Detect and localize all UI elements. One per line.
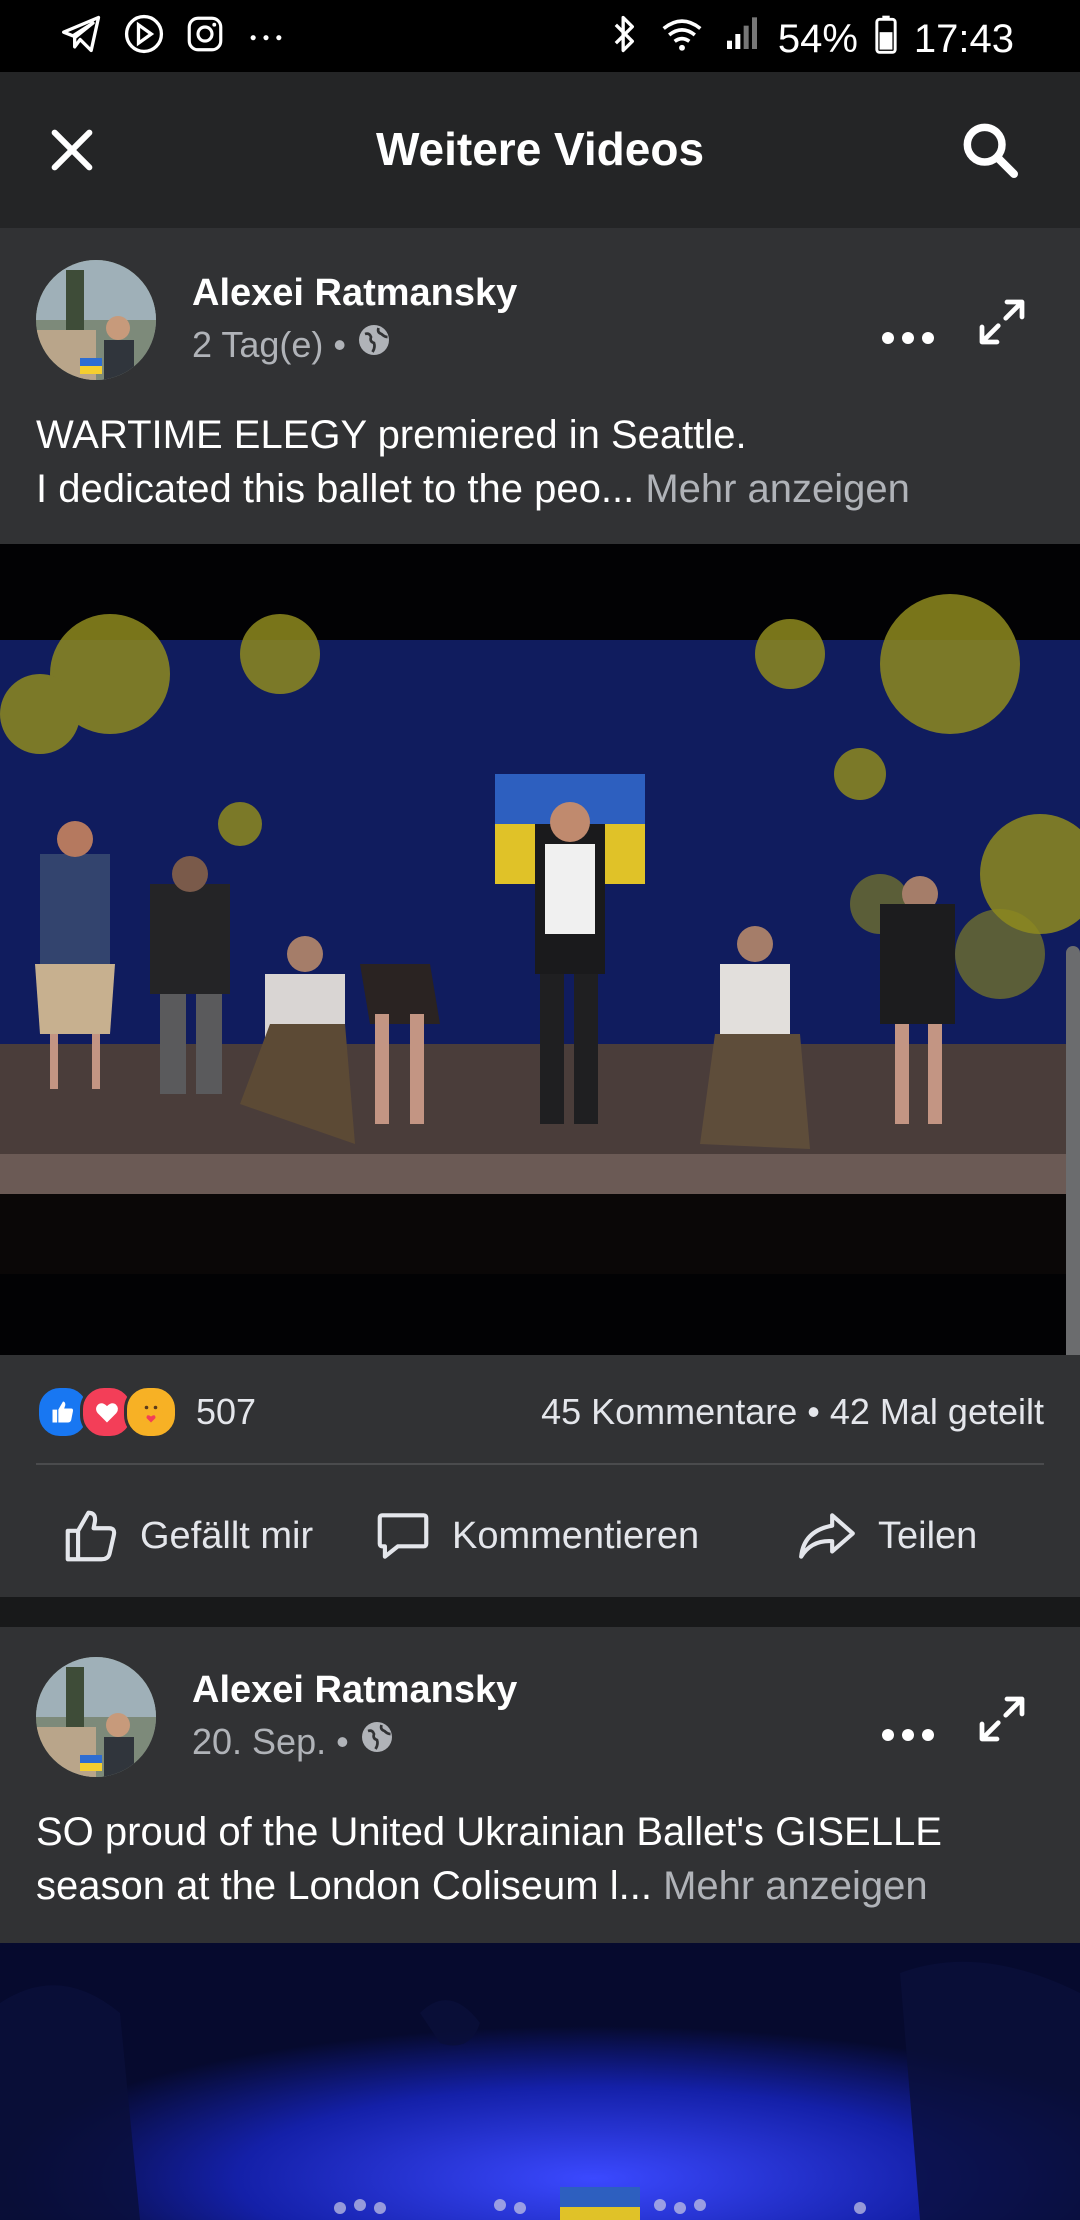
battery-percent: 54% [777, 16, 858, 61]
post-actions: Gefällt mir Kommentieren Teilen [0, 1465, 1080, 1597]
caption-line-1: WARTIME ELEGY premiered in Seattle. [36, 413, 747, 457]
post-caption: SO proud of the United Ukrainian Ballet'… [36, 1805, 1046, 1913]
see-more-link[interactable]: Mehr anzeigen [645, 467, 910, 511]
video-frame [0, 544, 1080, 1355]
comment-count[interactable]: 45 Kommentare [541, 1391, 797, 1432]
post-caption: WARTIME ELEGY premiered in Seattle. I de… [36, 408, 1046, 516]
telegram-icon [60, 12, 104, 66]
share-arrow-icon [799, 1513, 855, 1559]
like-button[interactable]: Gefällt mir [60, 1505, 313, 1567]
comment-button[interactable]: Kommentieren [372, 1505, 699, 1567]
video-player[interactable] [0, 1943, 1080, 2220]
caption-line-1: SO proud of the United Ukrainian Ballet'… [36, 1810, 942, 1854]
reactions-summary[interactable]: 507 [36, 1385, 256, 1439]
post-engagement: 507 45 Kommentare • 42 Mal geteilt Gefäl… [0, 1355, 1080, 1597]
see-more-link[interactable]: Mehr anzeigen [663, 1864, 928, 1908]
reaction-count: 507 [196, 1391, 257, 1432]
wifi-icon [658, 12, 706, 66]
status-bar: 54% 17:43 [0, 0, 1080, 72]
post-time[interactable]: 20. Sep. [192, 1721, 326, 1763]
instagram-icon [184, 13, 226, 65]
comments-shares: 45 Kommentare • 42 Mal geteilt [541, 1391, 1044, 1433]
like-label: Gefällt mir [140, 1514, 314, 1557]
meta-separator: • [336, 1720, 349, 1762]
post-author[interactable]: Alexei Ratmansky [192, 1669, 517, 1712]
battery-icon [874, 12, 898, 66]
avatar[interactable] [36, 260, 156, 380]
clock-play-icon [122, 12, 166, 66]
app-bar: Weitere Videos [0, 72, 1080, 228]
signal-icon [722, 12, 762, 66]
expand-icon[interactable] [972, 1689, 1032, 1749]
avatar[interactable] [36, 1657, 156, 1777]
post-header: Alexei Ratmansky 20. Sep. • SO proud of … [0, 1627, 1080, 1943]
comment-label: Kommentieren [452, 1514, 700, 1557]
post-header: Alexei Ratmansky 2 Tag(e) • WARTIME ELEG… [0, 228, 1080, 544]
video-player[interactable] [0, 544, 1080, 1355]
thumbs-up-icon [65, 1510, 117, 1562]
search-icon[interactable] [958, 118, 1022, 182]
share-count[interactable]: 42 Mal geteilt [830, 1391, 1044, 1432]
comment-bubble-icon [377, 1513, 429, 1559]
bluetooth-icon [608, 12, 642, 66]
meta-separator: • [333, 323, 347, 365]
post-author[interactable]: Alexei Ratmansky [192, 272, 517, 315]
post-meta: 2 Tag(e) • [192, 322, 392, 367]
page-title: Weitere Videos [375, 123, 705, 175]
globe-icon [356, 322, 392, 367]
more-options-icon[interactable] [878, 1715, 938, 1755]
stats-separator: • [807, 1391, 820, 1432]
expand-icon[interactable] [972, 292, 1032, 352]
clock-time: 17:43 [913, 16, 1014, 61]
more-options-icon[interactable] [878, 318, 938, 358]
share-label: Teilen [878, 1514, 978, 1557]
caption-line-2: season at the London Coliseum l... [36, 1864, 652, 1908]
post-separator [0, 1597, 1080, 1627]
video-frame [0, 1943, 1080, 2220]
care-reaction-icon [124, 1385, 178, 1439]
scrollbar[interactable] [1066, 946, 1080, 1386]
caption-line-2: I dedicated this ballet to the peo... [36, 467, 635, 511]
more-dots-icon [244, 12, 288, 66]
post-time[interactable]: 2 Tag(e) [192, 324, 323, 366]
post-meta: 20. Sep. • [192, 1719, 395, 1764]
globe-icon [359, 1719, 395, 1764]
share-button[interactable]: Teilen [794, 1505, 977, 1567]
